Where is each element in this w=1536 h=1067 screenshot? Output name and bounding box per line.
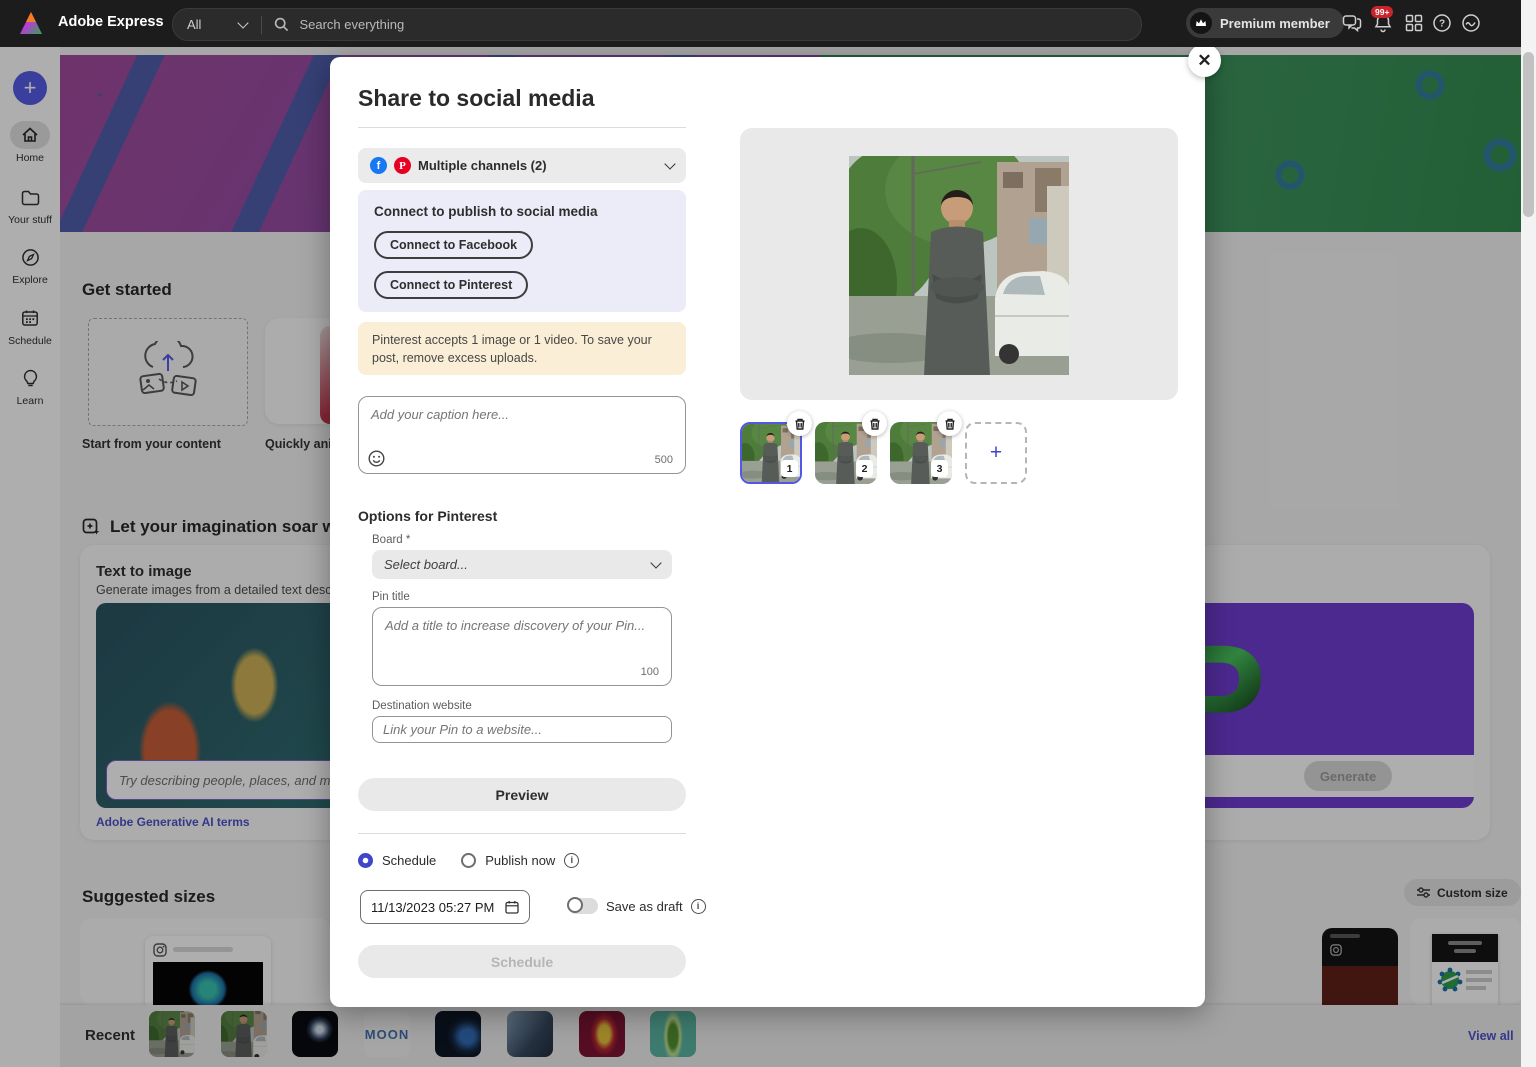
premium-member-badge[interactable]: Premium member <box>1186 8 1344 38</box>
pin-title-char-limit: 100 <box>641 666 659 678</box>
pinterest-options-heading: Options for Pinterest <box>358 508 497 524</box>
publish-info-icon[interactable]: i <box>564 853 579 868</box>
facebook-icon: f <box>370 157 387 174</box>
divider <box>261 16 262 34</box>
preview-button[interactable]: Preview <box>358 778 686 811</box>
connect-facebook-button[interactable]: Connect to Facebook <box>374 231 533 259</box>
top-navigation-bar: Adobe Express All Search everything Prem… <box>0 0 1536 47</box>
chevron-down-icon <box>238 17 249 28</box>
schedule-datetime-input[interactable]: 11/13/2023 05:27 PM <box>360 890 530 924</box>
channels-dropdown[interactable]: f P Multiple channels (2) <box>358 148 686 183</box>
pinterest-warning: Pinterest accepts 1 image or 1 video. To… <box>358 322 686 375</box>
schedule-submit-button[interactable]: Schedule <box>358 945 686 978</box>
pin-title-field: 100 <box>372 607 672 686</box>
upload-3-number-badge: 3 <box>931 460 948 477</box>
delete-upload-2-button[interactable] <box>862 411 887 436</box>
connect-section: Connect to publish to social media Conne… <box>358 190 686 312</box>
emoji-icon[interactable] <box>368 450 385 467</box>
notification-count-badge: 99+ <box>1371 6 1393 18</box>
delete-upload-1-button[interactable] <box>787 411 812 436</box>
search-bar[interactable]: All Search everything <box>172 8 1142 41</box>
scrollbar-thumb[interactable] <box>1523 52 1534 217</box>
caption-char-limit: 500 <box>655 454 673 466</box>
publish-now-radio-label: Publish now <box>485 853 555 868</box>
upload-1-number-badge: 1 <box>781 460 798 477</box>
search-scope-dropdown[interactable]: All <box>173 9 261 40</box>
save-as-draft-label: Save as draft <box>606 899 683 914</box>
add-upload-button[interactable]: + <box>965 422 1027 484</box>
delete-upload-3-button[interactable] <box>937 411 962 436</box>
chevron-down-icon <box>664 158 675 169</box>
connect-pinterest-button[interactable]: Connect to Pinterest <box>374 271 528 299</box>
search-icon <box>274 17 289 32</box>
caption-input[interactable] <box>369 405 673 449</box>
board-select[interactable]: Select board... <box>372 550 672 579</box>
draft-info-icon[interactable]: i <box>691 899 706 914</box>
search-placeholder: Search everything <box>299 17 404 32</box>
destination-website-input[interactable] <box>372 716 672 743</box>
board-label: Board * <box>372 534 410 546</box>
close-dialog-button[interactable]: ✕ <box>1188 44 1221 77</box>
save-as-draft-row: Save as draft i <box>568 898 706 914</box>
divider <box>358 833 686 834</box>
upload-2-number-badge: 2 <box>856 460 873 477</box>
channels-value: Multiple channels (2) <box>418 158 547 173</box>
datetime-value: 11/13/2023 05:27 PM <box>371 900 494 915</box>
chevron-down-icon <box>650 557 661 568</box>
schedule-radio[interactable] <box>358 853 373 868</box>
premium-label: Premium member <box>1220 16 1330 31</box>
search-scope-value: All <box>187 17 201 32</box>
destination-website-label: Destination website <box>372 700 472 712</box>
adobe-express-logo-icon[interactable] <box>18 11 44 35</box>
calendar-icon <box>505 900 519 914</box>
premium-icon <box>1190 12 1212 34</box>
schedule-radio-label: Schedule <box>382 853 436 868</box>
dialog-title: Share to social media <box>358 85 594 112</box>
chat-icon[interactable] <box>1342 13 1362 33</box>
share-to-social-media-dialog: Share to social media f P Multiple chann… <box>330 57 1205 1007</box>
help-icon[interactable]: ? <box>1432 13 1452 33</box>
pin-title-label: Pin title <box>372 591 410 603</box>
app-title: Adobe Express <box>58 14 164 30</box>
publish-mode-radios: Schedule Publish now i <box>358 853 579 868</box>
save-as-draft-toggle[interactable] <box>568 898 598 914</box>
post-preview-image <box>849 156 1069 375</box>
page-scrollbar[interactable] <box>1521 0 1536 1067</box>
connect-heading: Connect to publish to social media <box>374 204 670 219</box>
app-grid-icon[interactable] <box>1404 13 1424 33</box>
caption-field: 500 <box>358 396 686 474</box>
pinterest-icon: P <box>394 157 411 174</box>
divider <box>358 127 686 128</box>
creative-cloud-icon[interactable] <box>1461 13 1481 33</box>
svg-text:?: ? <box>1439 19 1445 30</box>
pin-title-input[interactable] <box>383 616 662 662</box>
publish-now-radio[interactable] <box>461 853 476 868</box>
